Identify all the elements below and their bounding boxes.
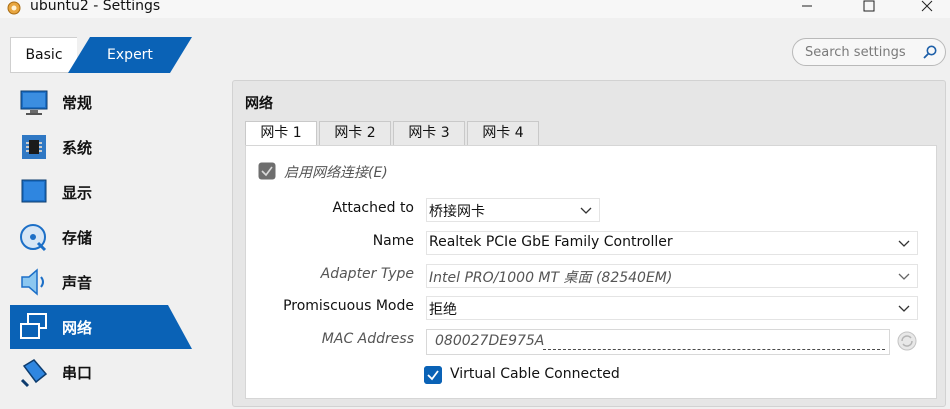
sidebar-item-system[interactable]: 系统 (10, 125, 192, 169)
sidebar-item-label: 网络 (62, 319, 93, 337)
adapter-type-row: Adapter Type Intel PRO/1000 MT 桌面 (82540… (246, 264, 936, 288)
sidebar-item-label: 显示 (62, 184, 93, 202)
storage-disk-icon (20, 224, 47, 252)
settings-gear-icon (7, 1, 21, 15)
sidebar-item-label: 系统 (62, 139, 93, 157)
attached-to-value: 桥接网卡 (429, 204, 485, 220)
tab-adapter-2[interactable]: 网卡 2 (319, 121, 391, 145)
close-button[interactable] (904, 0, 950, 18)
basic-mode-button[interactable]: Basic (10, 37, 77, 73)
sidebar-item-label: 声音 (62, 274, 93, 292)
adapter-tab-body: 启用网络连接(E) Attached to 桥接网卡 Name Realtek … (245, 145, 937, 399)
sidebar-item-label: 存储 (62, 229, 93, 247)
sidebar-item-label: 串口 (62, 364, 93, 382)
adapter-type-label: Adapter Type (320, 266, 414, 282)
mac-address-field[interactable]: 080027DE975A (426, 329, 890, 355)
chevron-down-icon (898, 305, 910, 312)
tab-adapter-1[interactable]: 网卡 1 (245, 121, 317, 146)
mac-address-row: MAC Address 080027DE975A (246, 329, 936, 355)
sidebar-item-label: 常规 (62, 94, 93, 112)
sidebar-item-general[interactable]: 常规 (10, 80, 192, 124)
sidebar-item-serial[interactable]: 串口 (10, 350, 192, 394)
name-select[interactable]: Realtek PCIe GbE Family Controller (426, 231, 918, 255)
serial-port-icon (20, 359, 48, 388)
tab-adapter-3[interactable]: 网卡 3 (393, 121, 465, 145)
title-bar: ubuntu2 - Settings (0, 0, 950, 18)
tab-adapter-4[interactable]: 网卡 4 (467, 121, 539, 145)
chevron-down-icon (898, 240, 910, 247)
general-monitor-icon (20, 90, 48, 115)
display-monitor-icon (21, 179, 47, 203)
adapter-type-select[interactable]: Intel PRO/1000 MT 桌面 (82540EM) (426, 264, 918, 288)
network-icon (20, 313, 47, 339)
cable-connected-checkbox[interactable] (424, 366, 442, 384)
sidebar-item-audio[interactable]: 声音 (10, 260, 192, 304)
search-box (792, 38, 946, 66)
minimize-button[interactable] (784, 0, 830, 18)
maximize-icon (863, 0, 875, 12)
adapter-type-value: Intel PRO/1000 MT 桌面 (82540EM) (429, 270, 673, 286)
audio-speaker-icon (21, 268, 44, 296)
chevron-down-icon (580, 207, 592, 214)
name-value: Realtek PCIe GbE Family Controller (429, 234, 673, 250)
minimize-icon (802, 5, 812, 7)
mac-address-value: 080027DE975A (435, 333, 545, 349)
mode-switcher: Basic Expert (10, 37, 192, 73)
search-input[interactable] (805, 42, 915, 62)
refresh-mac-icon[interactable] (896, 330, 918, 352)
mac-address-label: MAC Address (321, 331, 414, 347)
window-title: ubuntu2 - Settings (30, 0, 161, 14)
name-row: Name Realtek PCIe GbE Family Controller (246, 231, 936, 255)
enable-adapter-checkbox[interactable] (258, 162, 276, 180)
promiscuous-row: Promiscuous Mode 拒绝 (246, 296, 936, 320)
attached-to-row: Attached to 桥接网卡 (246, 198, 936, 222)
sidebar-item-display[interactable]: 显示 (10, 170, 192, 214)
cable-connected-label: Virtual Cable Connected (450, 366, 620, 382)
sidebar-item-network[interactable]: 网络 (10, 305, 192, 349)
search-icon[interactable] (922, 44, 938, 60)
system-chip-icon (22, 135, 46, 159)
maximize-button[interactable] (846, 0, 892, 18)
mac-input-mask (543, 349, 885, 350)
sidebar: 常规 系统 显示 存储 声音 网络 串口 (10, 80, 192, 409)
sidebar-item-storage[interactable]: 存储 (10, 215, 192, 259)
page-title: 网络 (245, 96, 273, 112)
promiscuous-select[interactable]: 拒绝 (426, 296, 918, 320)
chevron-down-icon (898, 273, 910, 280)
promiscuous-label: Promiscuous Mode (283, 298, 414, 314)
expert-mode-button[interactable]: Expert (68, 37, 192, 73)
close-icon (921, 0, 933, 12)
promiscuous-value: 拒绝 (429, 302, 457, 318)
network-panel: 网络 网卡 1 网卡 2 网卡 3 网卡 4 启用网络连接(E) Attache… (232, 80, 946, 407)
attached-to-label: Attached to (332, 200, 414, 216)
attached-to-select[interactable]: 桥接网卡 (426, 198, 600, 222)
name-label: Name (372, 233, 414, 249)
enable-adapter-label: 启用网络连接(E) (284, 165, 388, 181)
